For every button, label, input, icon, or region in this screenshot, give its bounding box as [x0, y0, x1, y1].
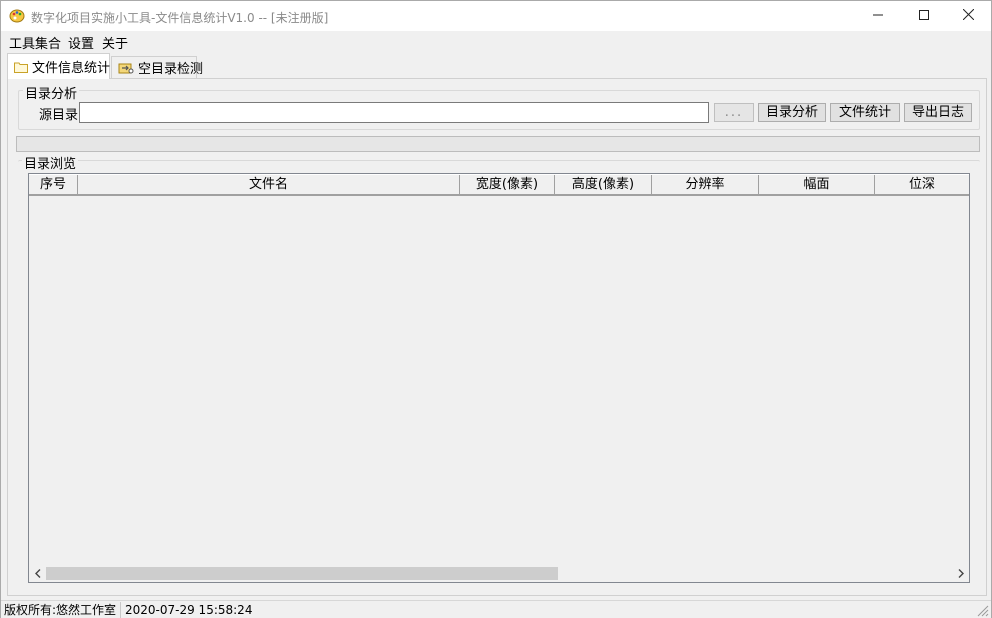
horizontal-scrollbar[interactable] — [29, 565, 969, 582]
group-title: 目录浏览 — [22, 153, 79, 172]
tab-panel-file-info: 目录分析 源目录 ... 目录分析 文件统计 导出日志 目录浏览 序号 文件名 … — [7, 78, 987, 596]
tab-label: 空目录检测 — [138, 62, 204, 77]
source-dir-input[interactable] — [79, 102, 709, 123]
column-header-format[interactable]: 幅面 — [759, 175, 875, 196]
chevron-left-icon — [34, 567, 41, 581]
menu-about[interactable]: 关于 — [102, 33, 128, 52]
progress-bar — [16, 136, 980, 152]
scroll-left-button[interactable] — [29, 565, 46, 582]
status-bar: 版权所有:悠然工作室 2020-07-29 15:58:24 — [1, 600, 991, 618]
app-window: 数字化项目实施小工具-文件信息统计V1.0 -- [未注册版] 工具集合 设置 … — [0, 0, 992, 618]
status-copyright: 版权所有:悠然工作室 — [1, 602, 121, 618]
menu-settings[interactable]: 设置 — [68, 33, 94, 52]
title-bar: 数字化项目实施小工具-文件信息统计V1.0 -- [未注册版] — [1, 1, 991, 31]
menu-bar: 工具集合 设置 关于 — [1, 31, 991, 52]
minimize-icon — [873, 9, 883, 23]
folder-search-icon — [118, 61, 134, 75]
export-log-button[interactable]: 导出日志 — [904, 103, 972, 122]
close-button[interactable] — [945, 1, 991, 31]
close-icon — [962, 8, 974, 23]
tab-strip: 文件信息统计 空目录检测 — [1, 53, 991, 79]
group-directory-analysis: 目录分析 源目录 ... 目录分析 文件统计 导出日志 — [18, 83, 980, 130]
scroll-right-button[interactable] — [952, 565, 969, 582]
browse-button[interactable]: ... — [714, 103, 754, 122]
tab-file-info-stats[interactable]: 文件信息统计 — [7, 53, 110, 79]
group-title: 目录分析 — [23, 83, 80, 102]
column-header-resolution[interactable]: 分辨率 — [652, 175, 759, 196]
resize-grip-icon[interactable] — [975, 603, 989, 617]
column-header-bitdepth[interactable]: 位深 — [875, 175, 969, 196]
maximize-icon — [919, 9, 929, 23]
column-header-filename[interactable]: 文件名 — [78, 175, 460, 196]
menu-tools[interactable]: 工具集合 — [9, 33, 61, 52]
file-list-view[interactable]: 序号 文件名 宽度(像素) 高度(像素) 分辨率 幅面 位深 — [28, 173, 970, 583]
minimize-button[interactable] — [855, 1, 901, 31]
maximize-button[interactable] — [901, 1, 947, 31]
scroll-thumb[interactable] — [46, 567, 558, 580]
list-header: 序号 文件名 宽度(像素) 高度(像素) 分辨率 幅面 位深 — [29, 174, 969, 196]
window-title: 数字化项目实施小工具-文件信息统计V1.0 -- [未注册版] — [31, 11, 329, 25]
folder-icon — [14, 61, 28, 73]
tab-label: 文件信息统计 — [32, 61, 111, 76]
chevron-right-icon — [958, 567, 964, 581]
status-datetime: 2020-07-29 15:58:24 — [125, 603, 253, 617]
app-palette-icon — [9, 8, 25, 24]
column-header-width[interactable]: 宽度(像素) — [460, 175, 555, 196]
column-header-index[interactable]: 序号 — [29, 175, 78, 196]
file-stats-button[interactable]: 文件统计 — [830, 103, 900, 122]
tab-empty-dir-check[interactable]: 空目录检测 — [111, 56, 203, 78]
analyze-dir-button[interactable]: 目录分析 — [758, 103, 826, 122]
source-dir-label: 源目录 — [39, 108, 79, 123]
column-header-height[interactable]: 高度(像素) — [555, 175, 652, 196]
